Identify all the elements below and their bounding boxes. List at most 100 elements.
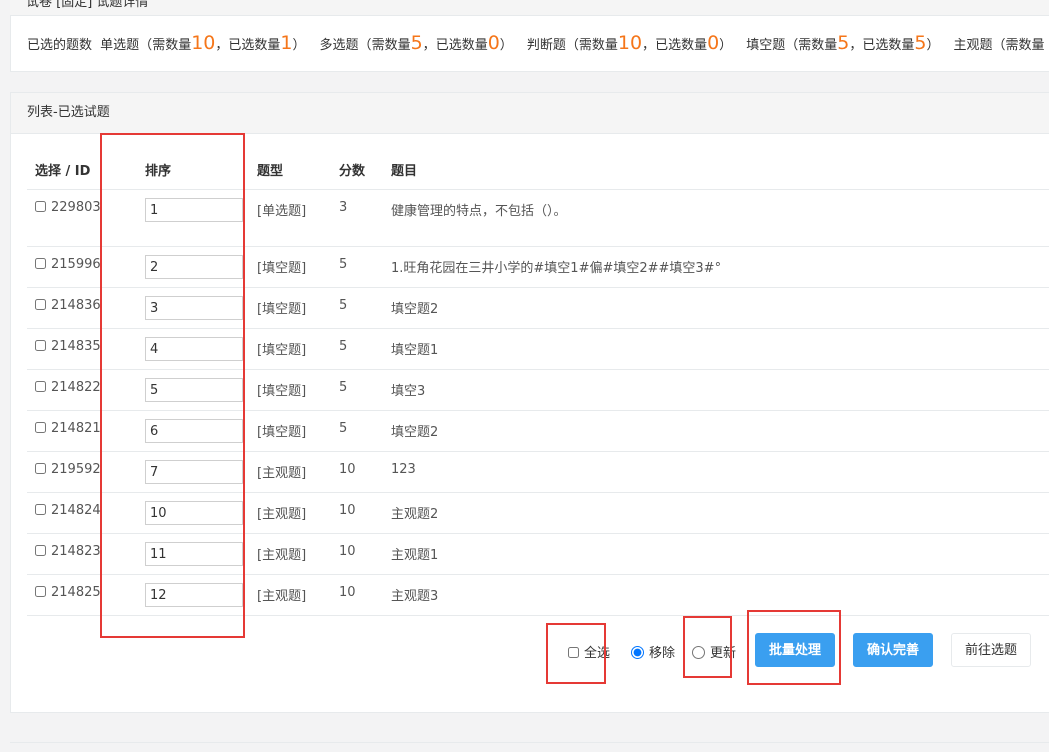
chosen-label: 已选数量 bbox=[862, 38, 915, 53]
question-type-name: 判断题 bbox=[526, 38, 566, 53]
type-cell: [填空题] bbox=[256, 246, 338, 288]
summary-segment: 判断题（需数量10，已选数量0） bbox=[526, 32, 733, 54]
question-id: 215996 bbox=[51, 257, 101, 272]
header-order: 排序 bbox=[144, 149, 256, 190]
select-all-checkbox[interactable] bbox=[568, 647, 579, 658]
order-input[interactable] bbox=[145, 378, 243, 402]
title-cell: 健康管理的特点，不包括（）。 bbox=[390, 189, 1049, 247]
need-count: 5 bbox=[837, 32, 850, 54]
order-cell bbox=[144, 492, 256, 534]
title-cell: 1.旺角花园在三井小学的#填空1#偏#填空2##填空3#° bbox=[390, 246, 1049, 288]
chosen-count: 1 bbox=[280, 32, 293, 54]
table-row: 214824 [主观题]10主观题2 bbox=[27, 492, 1049, 534]
row-checkbox[interactable] bbox=[35, 463, 46, 474]
batch-process-button[interactable]: 批量处理 bbox=[755, 633, 836, 667]
summary-line: 已选的题数 单选题（需数量10，已选数量1） 多选题（需数量5，已选数量0） 判断题… bbox=[27, 32, 1045, 54]
score-cell: 5 bbox=[338, 287, 390, 329]
need-count: 5 bbox=[410, 32, 423, 54]
remove-radio[interactable] bbox=[631, 646, 644, 659]
type-cell: [填空题] bbox=[256, 410, 338, 452]
order-cell bbox=[144, 369, 256, 411]
selected-questions-panel: 列表-已选试题 选择 / ID 排序 题型 分数 题目 229803 [单选题]3… bbox=[10, 92, 1049, 713]
goto-select-button[interactable]: 前往选题 bbox=[951, 633, 1032, 667]
order-input[interactable] bbox=[145, 501, 243, 525]
order-cell bbox=[144, 189, 256, 247]
type-cell: [填空题] bbox=[256, 328, 338, 370]
header-type: 题型 bbox=[256, 149, 338, 190]
select-id-cell: 214835 bbox=[27, 328, 144, 370]
select-id-cell: 214825 bbox=[27, 574, 144, 616]
score-cell: 10 bbox=[338, 492, 390, 534]
clipped-title: 试卷 [固定] 试题详情 bbox=[26, 0, 149, 10]
order-cell bbox=[144, 246, 256, 288]
type-cell: [主观题] bbox=[256, 492, 338, 534]
select-id-cell: 215996 bbox=[27, 246, 144, 288]
table-row: 214835 [填空题]5填空题1 bbox=[27, 328, 1049, 370]
type-cell: [主观题] bbox=[256, 533, 338, 575]
row-checkbox[interactable] bbox=[35, 422, 46, 433]
row-checkbox[interactable] bbox=[35, 545, 46, 556]
chosen-count: 0 bbox=[487, 32, 500, 54]
score-cell: 5 bbox=[338, 369, 390, 411]
confirm-complete-button[interactable]: 确认完善 bbox=[853, 633, 934, 667]
question-id: 214836 bbox=[51, 298, 101, 313]
table-row: 229803 [单选题]3健康管理的特点，不包括（）。 bbox=[27, 189, 1049, 247]
table-row: 214821 [填空题]5填空题2 bbox=[27, 410, 1049, 452]
divider bbox=[10, 742, 1049, 743]
title-cell: 123 bbox=[390, 451, 1049, 493]
row-checkbox[interactable] bbox=[35, 340, 46, 351]
row-checkbox[interactable] bbox=[35, 299, 46, 310]
need-label: 需数量 bbox=[371, 38, 411, 53]
table-row: 214823 [主观题]10主观题1 bbox=[27, 533, 1049, 575]
question-id: 214835 bbox=[51, 339, 101, 354]
score-cell: 3 bbox=[338, 189, 390, 247]
row-checkbox[interactable] bbox=[35, 586, 46, 597]
order-input[interactable] bbox=[145, 583, 243, 607]
remove-option[interactable]: 移除 bbox=[631, 642, 675, 661]
question-id: 219592 bbox=[51, 462, 101, 477]
select-id-cell: 214824 bbox=[27, 492, 144, 534]
order-input[interactable] bbox=[145, 460, 243, 484]
summary-label: 已选的题数 bbox=[27, 38, 93, 53]
score-cell: 10 bbox=[338, 533, 390, 575]
question-id: 214821 bbox=[51, 421, 101, 436]
order-cell bbox=[144, 328, 256, 370]
select-id-cell: 219592 bbox=[27, 451, 144, 493]
table-row: 214822 [填空题]5填空3 bbox=[27, 369, 1049, 411]
row-checkbox[interactable] bbox=[35, 504, 46, 515]
table-row: 214836 [填空题]5填空题2 bbox=[27, 287, 1049, 329]
summary-segment: 填空题（需数量5，已选数量5） bbox=[746, 32, 940, 54]
row-checkbox[interactable] bbox=[35, 381, 46, 392]
question-id: 214825 bbox=[51, 585, 101, 600]
chosen-label: 已选数量 bbox=[655, 38, 708, 53]
select-id-cell: 214836 bbox=[27, 287, 144, 329]
summary-segment: 单选题（需数量10，已选数量1） bbox=[100, 32, 306, 54]
header-score: 分数 bbox=[338, 149, 390, 190]
chosen-label: 已选数量 bbox=[435, 38, 488, 53]
select-id-cell: 214821 bbox=[27, 410, 144, 452]
selected-count-summary: 已选的题数 单选题（需数量10，已选数量1） 多选题（需数量5，已选数量0） 判断题… bbox=[10, 16, 1049, 72]
order-input[interactable] bbox=[145, 542, 243, 566]
need-label: 需数量 bbox=[152, 38, 192, 53]
order-input[interactable] bbox=[145, 419, 243, 443]
update-radio[interactable] bbox=[692, 646, 705, 659]
update-option[interactable]: 更新 bbox=[692, 642, 736, 661]
title-cell: 填空题2 bbox=[390, 287, 1049, 329]
order-input[interactable] bbox=[145, 198, 243, 222]
select-all-option[interactable]: 全选 bbox=[568, 642, 610, 661]
chosen-count: 5 bbox=[914, 32, 927, 54]
question-type-name: 单选题 bbox=[100, 38, 140, 53]
order-input[interactable] bbox=[145, 296, 243, 320]
row-checkbox[interactable] bbox=[35, 201, 46, 212]
row-checkbox[interactable] bbox=[35, 258, 46, 269]
score-cell: 10 bbox=[338, 574, 390, 616]
questions-table: 选择 / ID 排序 题型 分数 题目 229803 [单选题]3健康管理的特点，… bbox=[27, 149, 1049, 616]
order-input[interactable] bbox=[145, 337, 243, 361]
need-label: 需数量 bbox=[578, 38, 618, 53]
order-input[interactable] bbox=[145, 255, 243, 279]
order-cell bbox=[144, 533, 256, 575]
type-cell: [主观题] bbox=[256, 451, 338, 493]
summary-segment: 主观题（需数量 bbox=[953, 38, 1045, 53]
select-id-cell: 229803 bbox=[27, 189, 144, 247]
select-id-cell: 214822 bbox=[27, 369, 144, 411]
